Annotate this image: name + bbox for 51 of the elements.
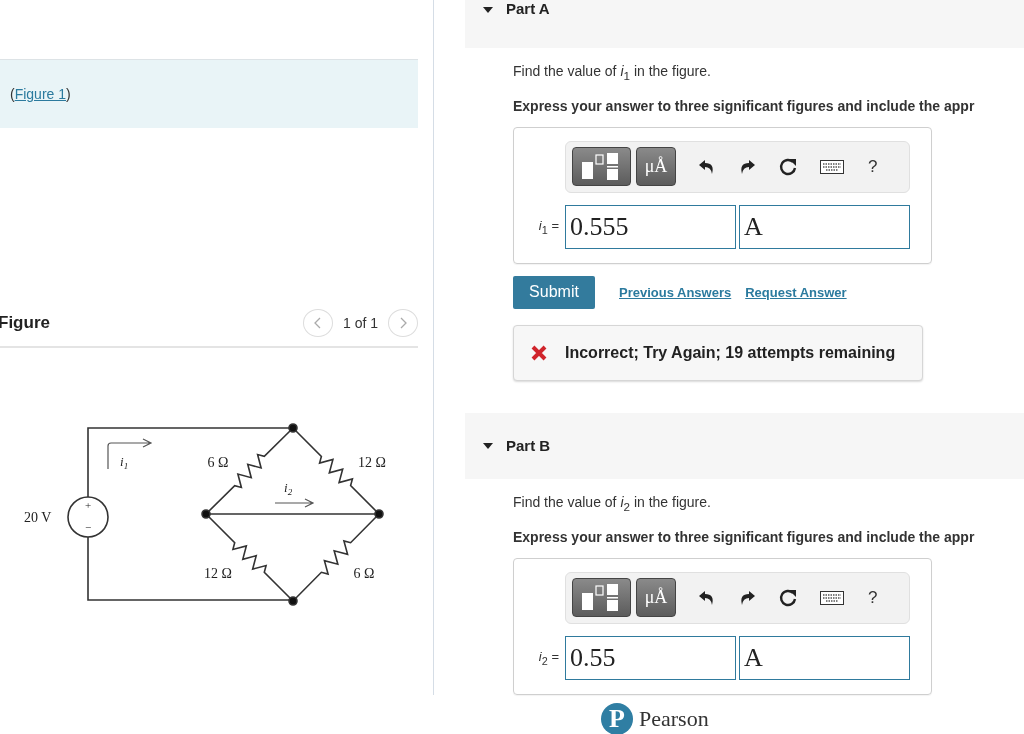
collapse-triangle-icon[interactable] — [483, 5, 493, 15]
figure-reference: (Figure 1) — [10, 86, 71, 102]
chevron-right-icon — [398, 317, 408, 329]
plus-sign: + — [84, 499, 92, 511]
feedback-text: Incorrect; Try Again; 19 attempts remaining — [565, 343, 896, 362]
undo-icon[interactable] — [698, 589, 716, 606]
instruction-text: Express your answer to three significant figures and include the appr — [513, 96, 976, 115]
current-label: i$_{1}$ — [120, 454, 129, 471]
help-button[interactable]: ? — [868, 156, 878, 177]
instruction-text: Express your answer to three significant figures and include the appr — [513, 527, 976, 546]
templates-button[interactable] — [572, 578, 631, 618]
question-text: Find the value of i$_{1}$ in the figure. — [513, 62, 712, 84]
unit-field[interactable]: A — [739, 204, 910, 249]
help-button[interactable]: ? — [868, 587, 878, 608]
answer-link[interactable]: Request Answer — [745, 284, 847, 300]
templates-button[interactable] — [572, 147, 631, 187]
current-arrow — [274, 498, 315, 508]
question-text: Find the value of i$_{2}$ in the figure. — [513, 492, 712, 515]
redo-icon[interactable] — [738, 158, 756, 175]
variable-label: i$_{2}$ = — [537, 648, 560, 667]
source-label: 20 V — [24, 510, 52, 525]
undo-icon[interactable] — [698, 158, 716, 175]
answer-link[interactable]: Previous Answers — [619, 284, 732, 300]
resistor-label: 6 Ω — [353, 566, 375, 581]
units-button[interactable]: μÅ — [636, 147, 676, 187]
units-button[interactable]: μÅ — [636, 578, 676, 618]
logo-name: Pearson — [639, 705, 709, 732]
unit-field[interactable]: A — [739, 635, 910, 680]
reset-icon[interactable] — [778, 587, 798, 608]
resistor-label: 12 Ω — [358, 455, 386, 470]
variable-label: i$_{1}$ = — [537, 218, 560, 236]
current-arrow — [107, 438, 152, 470]
keyboard-icon[interactable] — [820, 590, 844, 605]
figure-title: Figure — [0, 313, 50, 333]
minus-sign: − — [84, 521, 92, 533]
value-field[interactable]: 0.55 — [565, 635, 736, 680]
value-field[interactable]: 0.555 — [565, 204, 736, 249]
resistor-label: 12 Ω — [204, 566, 232, 581]
logo-mark: P — [601, 702, 633, 734]
redo-icon[interactable] — [738, 589, 756, 606]
collapse-triangle-icon[interactable] — [483, 440, 493, 451]
submit-button[interactable]: Submit — [513, 275, 595, 309]
resistor-label: 6 Ω — [207, 455, 229, 470]
part-title: Part B — [506, 436, 551, 455]
reset-icon[interactable] — [778, 156, 798, 177]
current-label: i$_{2}$ — [284, 480, 293, 497]
keyboard-icon[interactable] — [820, 159, 844, 174]
part-title: Part A — [506, 0, 550, 18]
chevron-left-icon — [312, 317, 323, 329]
page-counter: 1 of 1 — [342, 315, 378, 331]
figure-link[interactable]: Figure 1 — [14, 86, 67, 102]
